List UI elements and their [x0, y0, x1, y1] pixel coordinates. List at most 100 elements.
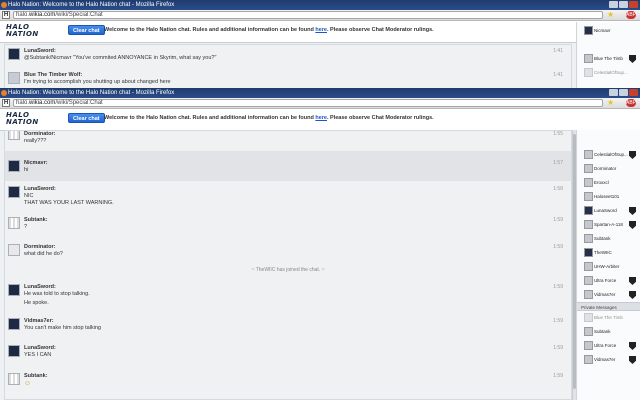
user-avatar [584, 313, 593, 322]
user-list-item[interactable]: UHW-Arbiter [577, 260, 640, 274]
user-list-item[interactable]: LunaSword [577, 204, 640, 218]
user-avatar [584, 341, 593, 350]
user-avatar [584, 234, 593, 243]
avatar[interactable] [8, 160, 20, 172]
message-time: 1:58 [553, 186, 563, 192]
user-list-item[interactable]: Haloseet101 [577, 190, 640, 204]
url-prefix: halo. [16, 12, 30, 18]
user-avatar [584, 290, 593, 299]
window-title: Halo Nation: Welcome to the Halo Nation … [8, 90, 175, 96]
message-author[interactable]: Dorminator: [24, 241, 571, 251]
message-author[interactable]: Vidmas7er: [24, 315, 571, 325]
user-list-item[interactable]: TheWIIC [577, 246, 640, 260]
avatar[interactable] [8, 131, 20, 140]
avatar[interactable] [8, 373, 20, 385]
bookmark-star-icon[interactable]: ★ [607, 98, 616, 108]
nav-bar: H halo.wikia.com/wiki/Special:Chat ★ ABP [0, 10, 640, 21]
avatar[interactable] [8, 48, 20, 60]
rules-link[interactable]: here [315, 27, 327, 33]
chat-message: Subtank: ? 1:59 [5, 214, 571, 241]
message-author[interactable]: Subtank: [24, 214, 571, 224]
user-name: LunaSword [594, 208, 617, 213]
user-list-item[interactable]: Blue The Timb [577, 52, 640, 66]
message-author[interactable]: LunaSword: [24, 183, 571, 193]
maximize-button[interactable] [619, 1, 628, 8]
avatar[interactable] [8, 72, 20, 84]
chat-message: Blue The Timber Wolf: I'm trying to acco… [5, 69, 571, 89]
smiley-emoticon-icon: ☺ [24, 380, 32, 387]
moderator-badge-icon [629, 342, 636, 350]
user-name: TheWIIC [594, 250, 612, 255]
user-list-item[interactable]: Spartan-A-118 [577, 218, 640, 232]
message-time: 1:57 [553, 160, 563, 166]
message-time: 1:59 [553, 284, 563, 290]
user-name: Subtank [594, 236, 611, 241]
private-message-item[interactable]: Vidmas7er [577, 353, 640, 367]
moderator-badge-icon [629, 277, 636, 285]
message-time: 1:59 [553, 244, 563, 250]
message-text: THAT WAS YOUR LAST WARNING. [24, 200, 114, 206]
halo-nation-logo[interactable]: HALO NATION [6, 112, 50, 128]
moderator-badge-icon [629, 207, 636, 215]
user-name: Eroxxcl [594, 180, 609, 185]
private-message-item[interactable]: Ultra Force [577, 339, 640, 353]
welcome-text: Welcome to the Halo Nation chat. Rules a… [104, 115, 316, 121]
message-author[interactable]: LunaSword: [24, 281, 571, 291]
user-avatar [584, 68, 593, 77]
adblock-icon[interactable]: ABP [626, 11, 636, 19]
message-text: He was told to stop talking. [24, 291, 90, 297]
minimize-button[interactable] [609, 1, 618, 8]
private-message-item[interactable]: Subtank [577, 325, 640, 339]
moderator-badge-icon [629, 221, 636, 229]
chat-message: Dorminator: really??? 1:55 [5, 131, 571, 151]
address-bar[interactable]: halo.wikia.com/wiki/Special:Chat [13, 99, 603, 107]
message-text: what did he do? [24, 251, 63, 257]
user-list-item[interactable]: Nicmavr [577, 24, 640, 38]
address-bar[interactable]: halo.wikia.com/wiki/Special:Chat [13, 11, 603, 19]
avatar[interactable] [8, 217, 20, 229]
logo-line-2: NATION [6, 118, 39, 126]
rules-link[interactable]: here [315, 115, 327, 121]
clear-chat-button[interactable]: Clear chat [68, 25, 105, 35]
message-time: 1:59 [553, 217, 563, 223]
close-button[interactable] [629, 1, 638, 8]
user-list-item[interactable]: Vidmas7er [577, 288, 640, 302]
user-name: Blue The Timb [594, 56, 623, 61]
avatar[interactable] [8, 186, 20, 198]
avatar[interactable] [8, 318, 20, 330]
halo-nation-logo[interactable]: HALO NATION [6, 24, 50, 40]
message-author[interactable]: LunaSword: [24, 45, 571, 55]
maximize-button[interactable] [619, 89, 628, 96]
message-author[interactable]: Nicmavr: [24, 157, 571, 167]
user-list-item[interactable]: CelestialOfSup... [577, 148, 640, 162]
avatar[interactable] [8, 284, 20, 296]
user-list-item[interactable]: Dorminator [577, 162, 640, 176]
user-list-item[interactable]: Ultra Force [577, 274, 640, 288]
minimize-button[interactable] [609, 89, 618, 96]
message-author[interactable]: Dorminator: [24, 131, 571, 138]
bookmark-star-icon[interactable]: ★ [607, 10, 616, 20]
message-text: I'm trying to accomplish you shutting up… [24, 79, 171, 85]
chat-message: Dorminator: what did he do? 1:59 [5, 241, 571, 263]
close-button[interactable] [629, 89, 638, 96]
avatar[interactable] [8, 345, 20, 357]
user-list-item[interactable]: CelestialOfSup... [577, 66, 640, 80]
user-list-item[interactable]: Eroxxcl [577, 176, 640, 190]
user-name: Ultra Force [594, 343, 617, 348]
firefox-icon [1, 90, 7, 96]
user-name: CelestialOfSup... [594, 152, 628, 157]
avatar[interactable] [8, 244, 20, 256]
clear-chat-button[interactable]: Clear chat [68, 113, 105, 123]
private-messages-list: Blue The Timb Subtank Ultra Force Vidmas… [577, 311, 640, 367]
user-name: Vidmas7er [594, 292, 616, 297]
user-list-item[interactable]: Subtank [577, 232, 640, 246]
message-author[interactable]: Blue The Timber Wolf: [24, 69, 571, 79]
message-text: YES I CAN [24, 352, 52, 358]
chat-log: LunaSword: @Subtank/Nicmavr "You've comm… [4, 44, 572, 90]
message-author[interactable]: LunaSword: [24, 342, 571, 352]
adblock-icon[interactable]: ABP [626, 99, 636, 107]
message-author[interactable]: Subtank: [24, 370, 571, 380]
message-text: ? [24, 224, 28, 230]
user-avatar [584, 220, 593, 229]
private-message-item[interactable]: Blue The Timb [577, 311, 640, 325]
